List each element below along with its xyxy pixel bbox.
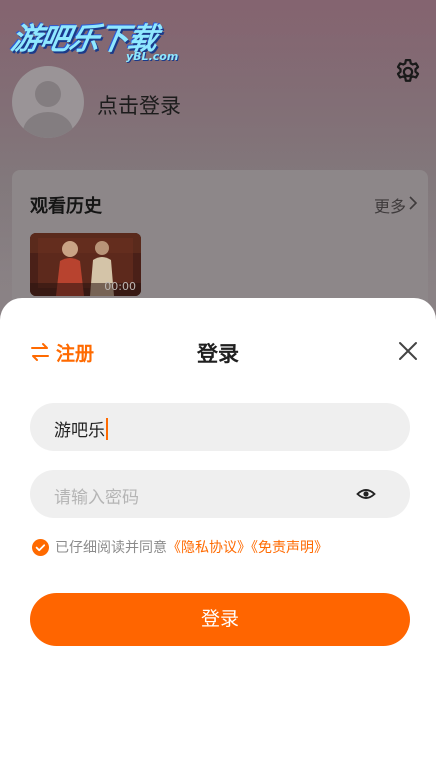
- password-placeholder: 请输入密码: [54, 488, 139, 508]
- thumbnail-duration: 00:00: [104, 280, 136, 293]
- login-sheet: 注册 登录 游吧乐 请输入密码 已仔细阅读并同意《隐私协议》《免责声明》 登录: [0, 298, 436, 777]
- sheet-title: 登录: [197, 342, 239, 366]
- avatar[interactable]: [12, 66, 84, 138]
- history-more-link[interactable]: 更多: [374, 193, 406, 217]
- eye-icon[interactable]: [356, 484, 376, 504]
- disclaimer-link[interactable]: 《免责声明》: [251, 540, 328, 556]
- watermark-subtext: yBL.com: [126, 50, 179, 63]
- login-button[interactable]: 登录: [30, 593, 410, 646]
- check-circle-icon[interactable]: [32, 538, 49, 556]
- gear-icon[interactable]: [393, 57, 423, 87]
- text-caret: [106, 417, 108, 440]
- privacy-link[interactable]: 《隐私协议》: [167, 540, 251, 556]
- user-silhouette-icon: [23, 81, 73, 138]
- password-input[interactable]: 请输入密码: [30, 470, 410, 518]
- agreement-row: 已仔细阅读并同意《隐私协议》《免责声明》: [32, 537, 328, 557]
- chevron-right-icon[interactable]: [408, 194, 418, 212]
- close-icon[interactable]: [397, 340, 419, 362]
- login-prompt[interactable]: 点击登录: [97, 90, 181, 120]
- history-thumbnail[interactable]: 00:00: [30, 233, 141, 296]
- watermark-logo: 游吧乐下载 yBL.com: [8, 12, 188, 68]
- history-title: 观看历史: [30, 196, 102, 217]
- username-input[interactable]: 游吧乐: [30, 403, 410, 451]
- agreement-text: 已仔细阅读并同意: [55, 540, 167, 556]
- username-value: 游吧乐: [54, 421, 105, 441]
